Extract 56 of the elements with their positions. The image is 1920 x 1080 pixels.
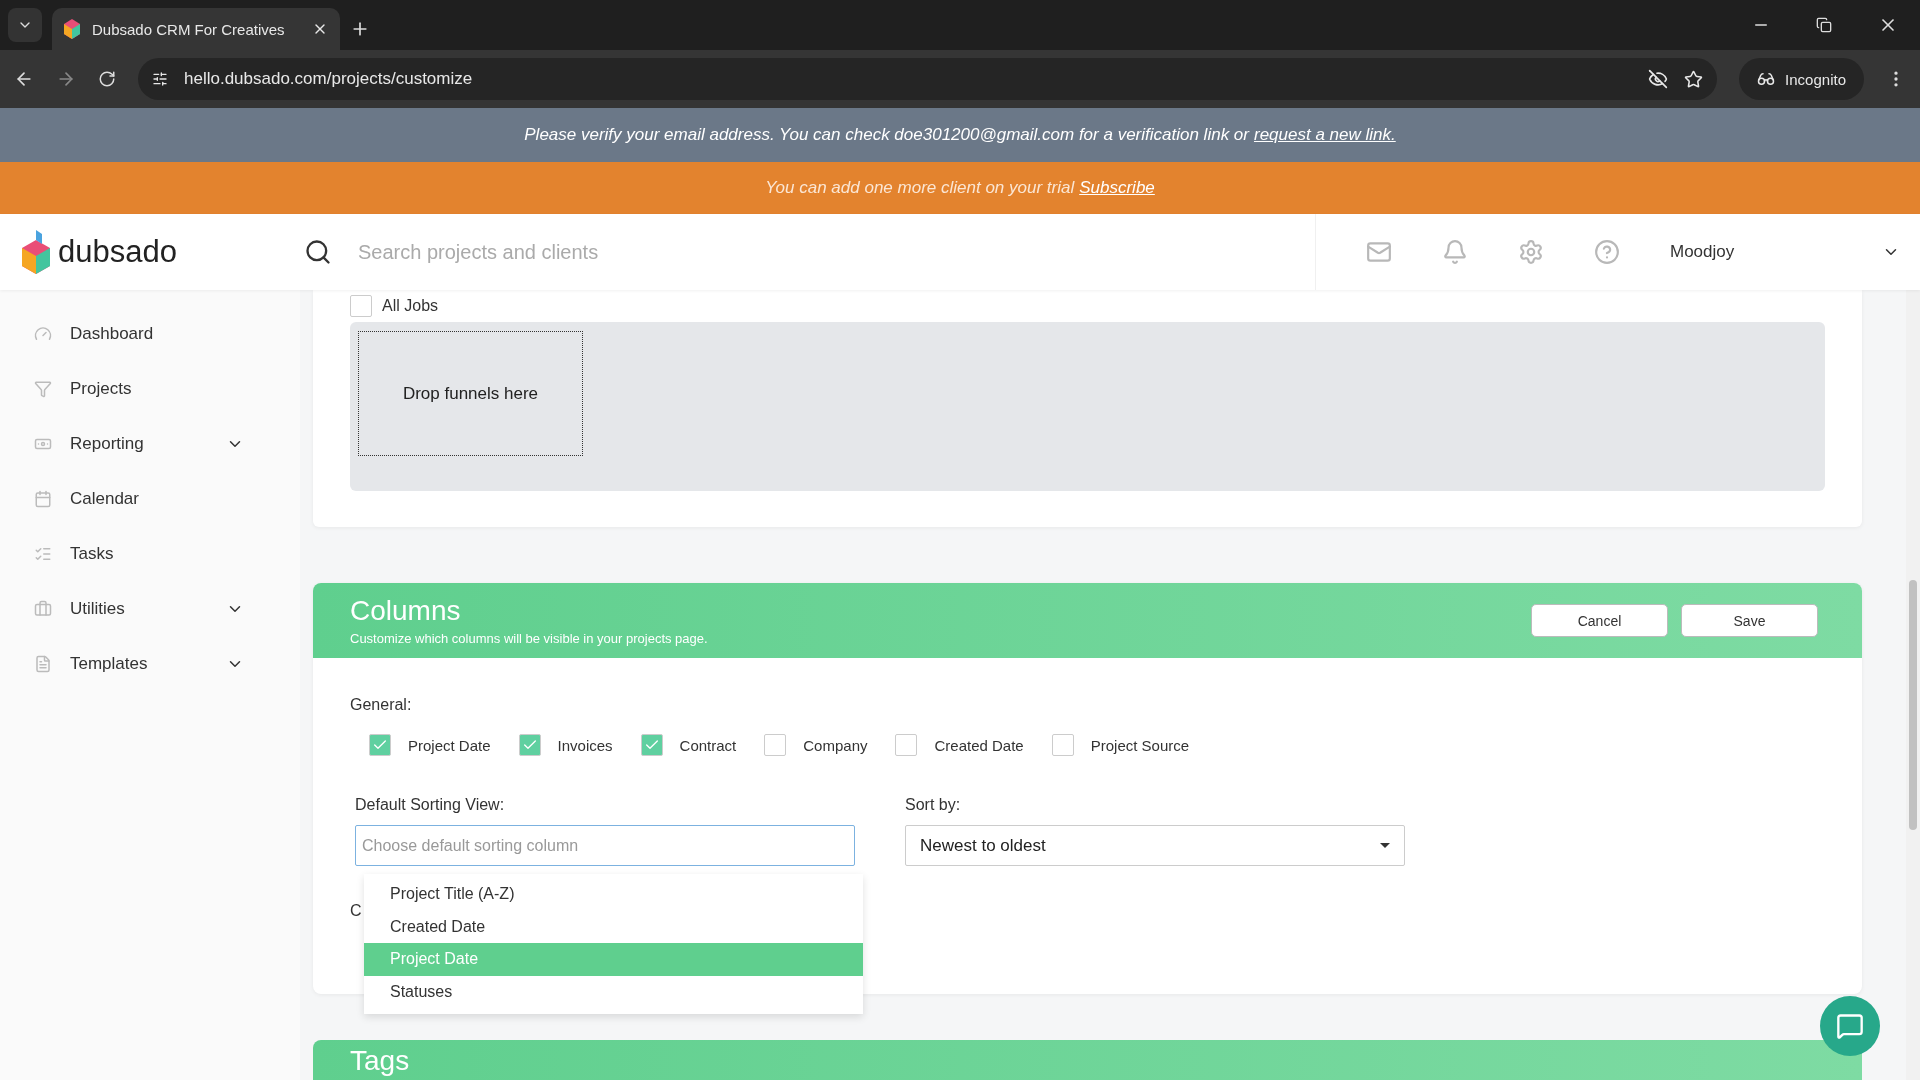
sidebar-item[interactable]: Projects [0,361,300,416]
restore-icon[interactable] [1816,17,1832,33]
eye-off-icon[interactable] [1648,69,1669,89]
sidebar-item[interactable]: Tasks [0,526,300,581]
chat-button[interactable] [1820,996,1880,1056]
save-button[interactable]: Save [1681,604,1818,637]
request-link[interactable]: request a new link. [1253,125,1396,145]
sorting-label: Default Sorting View: [355,796,506,814]
site-info-icon[interactable] [152,71,168,87]
sidebar-item[interactable]: Reporting [0,416,300,471]
sort-by-label: Sort by: [905,796,962,814]
column-checkbox[interactable]: Company [764,734,868,756]
drop-zone[interactable]: Drop funnels here [358,331,583,456]
section-title: Columns [350,595,462,627]
sidebar-item[interactable]: Utilities [0,581,300,636]
funnel-icon [34,379,52,398]
sidebar-item[interactable]: Templates [0,636,300,691]
tab-list-button[interactable] [8,8,42,42]
logo-text: dubsado [58,234,177,270]
search-icon[interactable] [304,238,332,266]
general-label: General: [350,696,413,714]
all-jobs-checkbox[interactable]: All Jobs [350,290,1825,322]
section-subtitle: Customize which columns will be visible in your projects page. [350,631,709,646]
sort-by-select[interactable]: Newest to oldest [905,825,1405,866]
tab-title: Dubsado CRM For Creatives [92,20,286,38]
dropdown-option[interactable]: Statuses [364,975,863,1008]
toolbox-icon [34,599,52,618]
column-checkbox[interactable]: Project Source [1051,734,1190,756]
reload-icon[interactable] [98,70,116,88]
logo-icon [22,230,50,274]
column-checkbox[interactable]: Contract [640,734,737,756]
dropdown-option[interactable]: Created Date [364,910,863,943]
chat-icon [1836,1012,1864,1040]
verify-message: Please verify your email address. You can check doe301200@gmail.com for a verification link or [524,125,1249,145]
url-text: hello.dubsado.com/projects/customize [184,69,474,89]
gauge-icon [34,324,52,343]
sidebar-item[interactable]: Dashboard [0,306,300,361]
logo-icon [64,19,80,39]
user-name[interactable]: Moodjoy [1670,242,1735,262]
incognito-badge[interactable]: Incognito [1739,58,1864,100]
column-checkbox[interactable]: Project Date [369,734,491,756]
section-title: Tags [350,1046,410,1076]
address-bar[interactable]: hello.dubsado.com/projects/customize [138,58,1718,100]
bookmark-star-icon[interactable] [1684,69,1704,89]
browser-tab[interactable]: Dubsado CRM For Creatives [52,8,340,50]
column-checkbox[interactable]: Invoices [518,734,613,756]
sorting-field[interactable]: Choose default sorting column [355,825,855,866]
scrollbar[interactable] [1906,290,1920,1080]
hidden-label: C [350,902,362,920]
document-icon [34,654,52,673]
sidebar-item[interactable]: Calendar [0,471,300,526]
column-checkbox[interactable]: Created Date [895,734,1024,756]
dropdown-option[interactable]: Project Title (A-Z) [364,878,863,911]
trial-message: You can add one more client on your trial [765,178,1075,198]
cancel-button[interactable]: Cancel [1531,604,1668,637]
calendar-icon [34,489,52,508]
